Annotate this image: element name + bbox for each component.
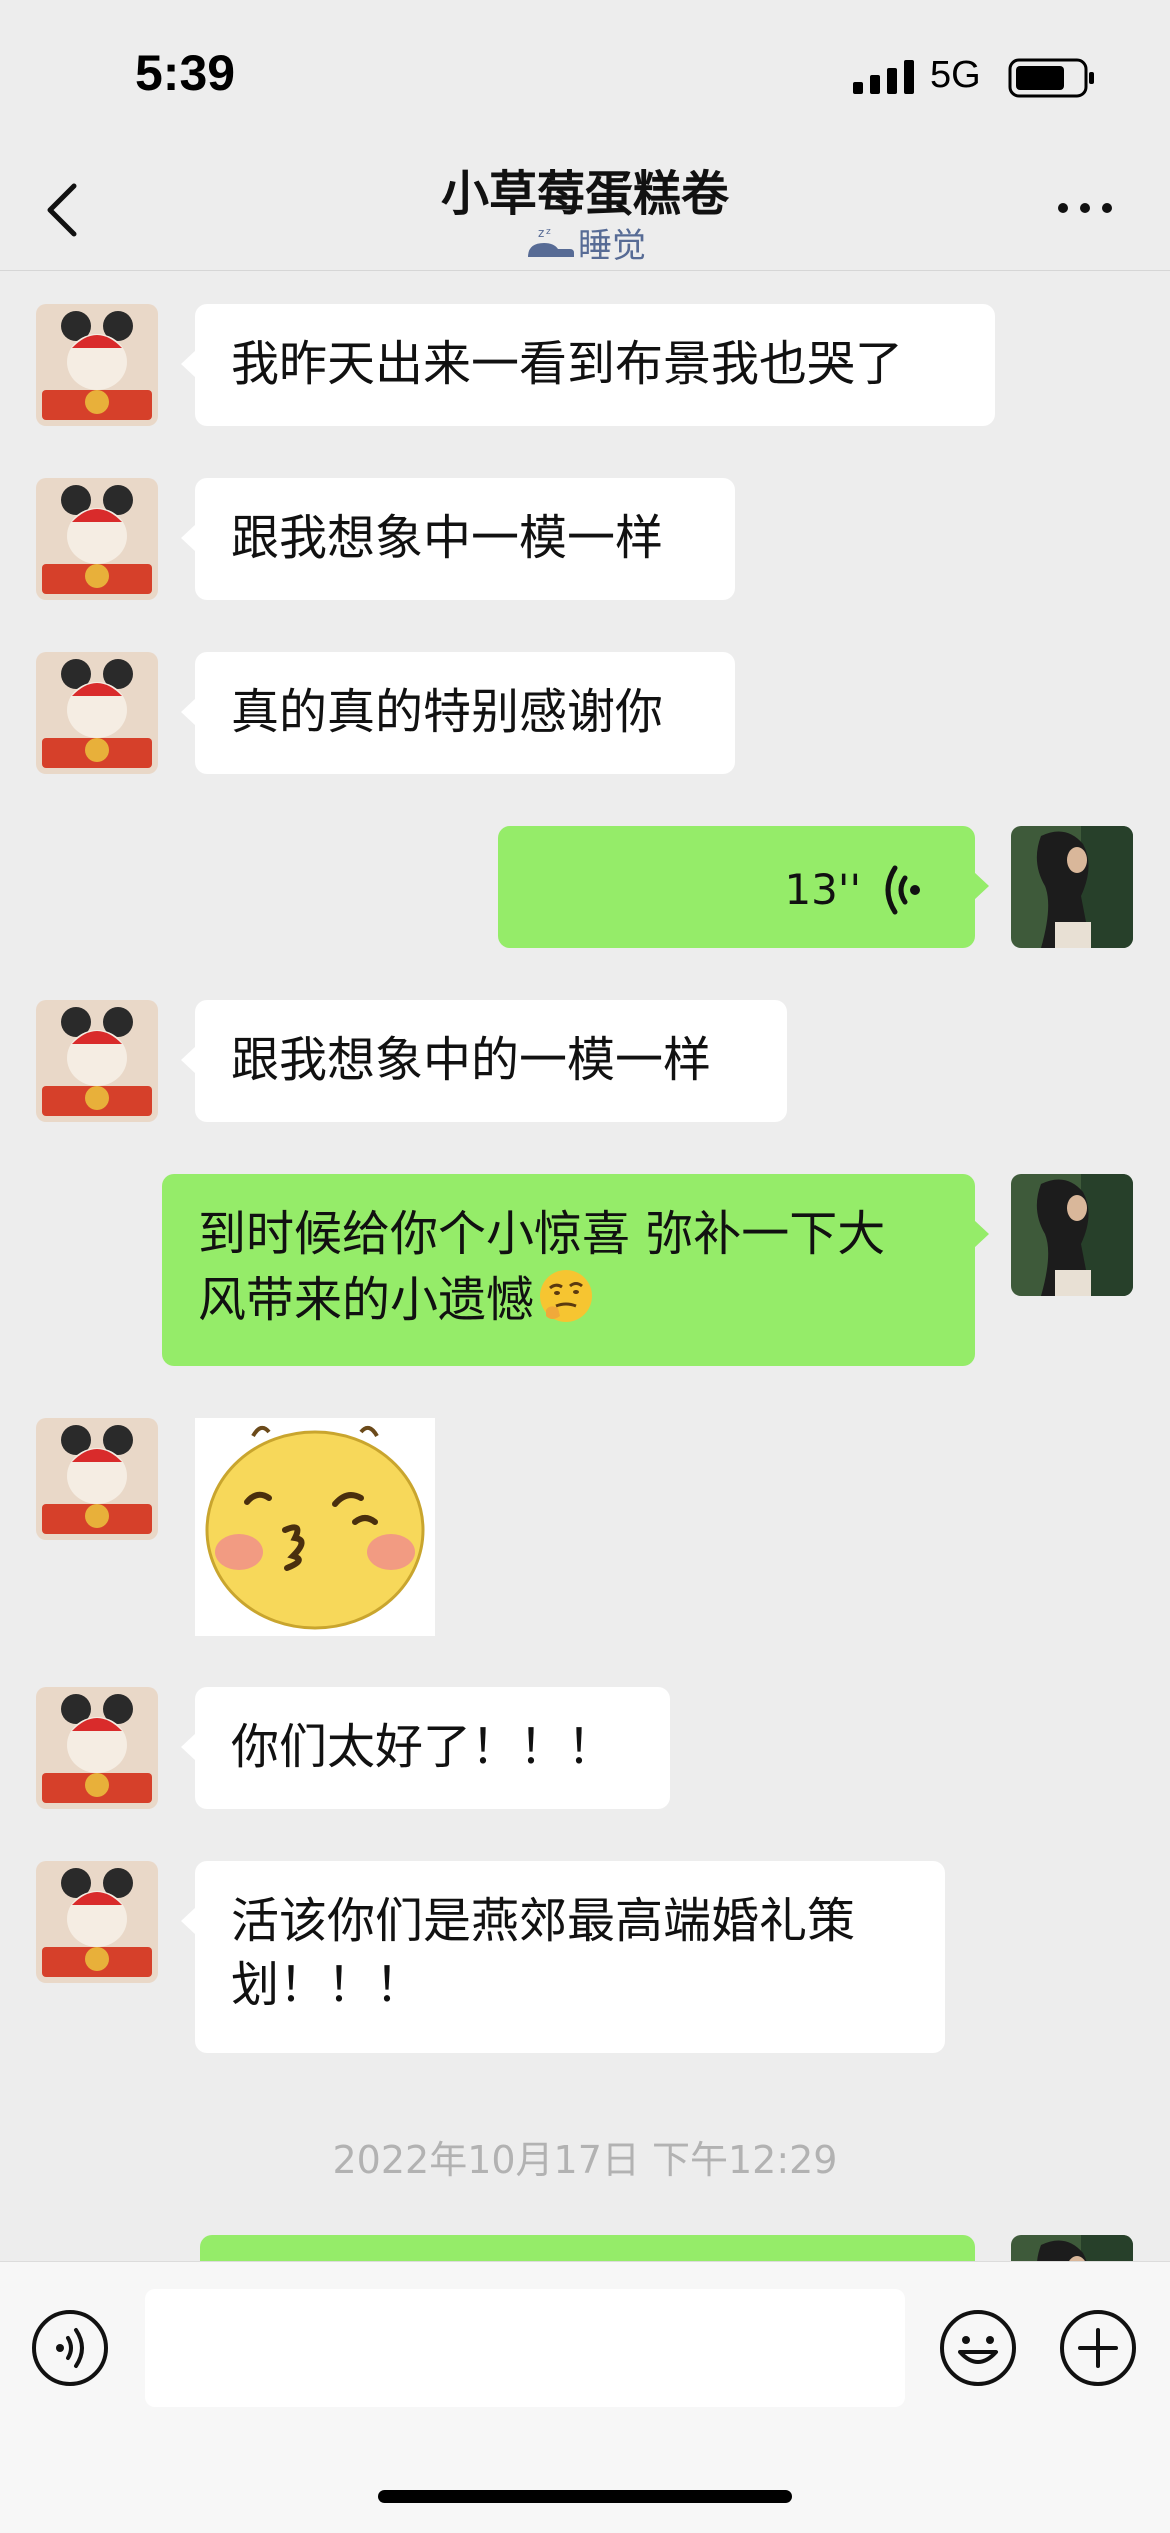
status-time: 5:39 — [135, 45, 236, 101]
message-text: 我昨天出来一看到布景我也哭了 — [231, 336, 904, 392]
message-text: 你们太好了！！！ — [231, 1719, 616, 1775]
more-icon[interactable] — [1055, 198, 1115, 218]
svg-text:z: z — [538, 226, 544, 240]
message-line: 到时候给你个小惊喜 弥补一下大 — [198, 1206, 886, 1262]
received-message[interactable]: 我昨天出来一看到布景我也哭了 — [181, 304, 995, 426]
thinking-face-emoji — [540, 1270, 593, 1322]
chat-header: 小草莓蛋糕卷 z z 睡觉 — [0, 140, 1170, 271]
chat-title[interactable]: 小草莓蛋糕卷 — [0, 154, 1170, 224]
message-input[interactable] — [145, 2289, 905, 2407]
user-avatar[interactable] — [1011, 1174, 1133, 1296]
received-message[interactable]: 你们太好了！！！ — [181, 1687, 670, 1809]
status-bar: 5:39 5G — [0, 0, 1170, 140]
contact-avatar[interactable] — [36, 1418, 158, 1540]
message-line: 风带来的小遗憾 — [198, 1272, 535, 1328]
contact-avatar[interactable] — [36, 1687, 158, 1809]
contact-status: z z 睡觉 — [0, 218, 1170, 267]
home-indicator[interactable] — [378, 2490, 792, 2503]
received-message[interactable]: 活该你们是燕郊最高端婚礼策 划！！！ — [181, 1861, 945, 2053]
user-avatar[interactable] — [1011, 2235, 1133, 2261]
message-text: 活该你们是燕郊最高端婚礼策 划！！！ — [195, 1861, 945, 2045]
message-timestamp: 2022年10月17日 下午12:29 — [332, 2138, 838, 2182]
contact-avatar[interactable] — [36, 652, 158, 774]
received-message[interactable]: 真的真的特别感谢你 — [181, 652, 735, 774]
message-line: 划！！！ — [231, 1957, 424, 2013]
emoji-icon[interactable] — [938, 2308, 1018, 2388]
message-text: 到时候给你个小惊喜 弥补一下大 风带来的小遗憾 — [162, 1174, 975, 1360]
voice-duration: 13'' — [784, 865, 861, 914]
voice-content: 13'' — [784, 858, 925, 922]
contact-avatar[interactable] — [36, 304, 158, 426]
contact-avatar[interactable] — [36, 1861, 158, 1983]
message-text: 跟我想象中一模一样 — [231, 510, 664, 566]
message-text: 跟我想象中的一模一样 — [231, 1032, 712, 1088]
received-message[interactable]: 跟我想象中一模一样 — [181, 478, 735, 600]
sleep-icon: z z — [528, 226, 574, 257]
user-avatar[interactable] — [1011, 826, 1133, 948]
message-list[interactable]: 我昨天出来一看到布景我也哭了 跟我想象中一模一样 真的真的特别感谢你 13'' … — [0, 271, 1170, 2261]
contact-avatar[interactable] — [36, 478, 158, 600]
contact-status-label: 睡觉 — [578, 226, 646, 266]
message-text: 真的真的特别感谢你 — [231, 684, 664, 740]
add-icon[interactable] — [1058, 2308, 1138, 2388]
voice-message[interactable]: 13'' — [498, 826, 989, 948]
sent-message[interactable]: 到时候给你个小惊喜 弥补一下大 风带来的小遗憾 — [162, 1174, 989, 1366]
svg-text:z: z — [546, 227, 551, 237]
kissing-face-sticker[interactable] — [195, 1418, 435, 1636]
message-line: 活该你们是燕郊最高端婚礼策 — [231, 1893, 856, 1949]
battery-icon — [1008, 58, 1094, 98]
voice-wave-icon — [885, 865, 920, 915]
signal-icon — [853, 60, 914, 94]
received-message[interactable]: 跟我想象中的一模一样 — [181, 1000, 787, 1122]
contact-avatar[interactable] — [36, 1000, 158, 1122]
voice-input-icon[interactable] — [30, 2308, 110, 2388]
sent-message[interactable] — [200, 2235, 975, 2261]
network-type: 5G — [930, 54, 981, 96]
